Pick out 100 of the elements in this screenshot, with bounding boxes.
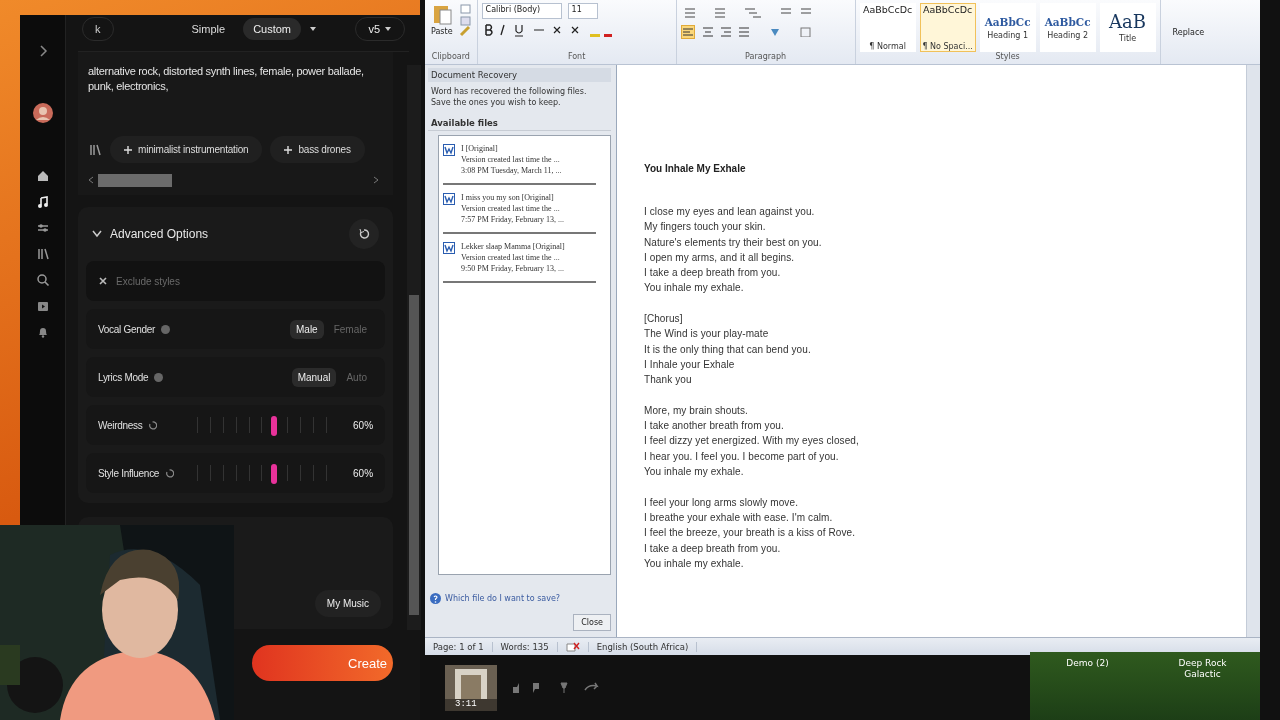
lyric-line: I take a deep breath from you. [644,541,782,556]
lyric-line: I open my arms, and it all begins. [644,250,796,265]
lyric-line: My fingers touch your skin. [644,220,767,235]
lyric-line: I breathe your exhale with ease. I'm calm. [644,510,834,525]
lyric-line: I feel your long arms slowly move. [644,495,799,510]
lyric-line: I Inhale your Exhale [644,357,736,372]
lyric-line: Nature's elements try their best on you. [644,235,823,250]
plus-icon [284,145,293,154]
word-document-icon [443,242,455,254]
mode-tab[interactable]: Custom [243,18,302,40]
help-link[interactable]: Which file do I want to save? [445,594,561,603]
style-tag-button[interactable]: minimalist instrumentation [110,136,263,163]
reset-icon [358,228,371,240]
library-icon [35,247,50,261]
lyric-line: More, my brain shouts. [644,403,749,418]
mode-tab[interactable]: Simple [181,18,236,40]
reset-icon [165,468,175,478]
style-gallery-item[interactable]: AaB Title [1099,3,1156,52]
search-icon [35,273,50,287]
avatar-icon [32,103,53,123]
scrollbar-thumb[interactable] [98,173,172,187]
section-title[interactable]: Advanced Options [110,227,209,241]
lyric-line: I feel dizzy yet energized. With my eyes closed, [644,434,860,449]
style-gallery-item[interactable]: AaBbCcDc ¶ No Spaci... [919,3,976,52]
group-label: Paragraph [744,52,788,63]
align-left-button[interactable] [680,25,695,39]
setting-label: Style Influence [98,467,160,479]
home-icon [35,169,50,183]
language-indicator[interactable]: English (South Africa) [588,641,698,652]
style-text[interactable]: alternative rock, distorted synth lines, female, power ballade, punk, electronics, [88,64,380,126]
replace-button[interactable]: Replace [1166,26,1211,38]
setting-label: Weirdness [98,419,143,431]
style-gallery-item[interactable]: AaBbCc Heading 1 [979,3,1036,52]
lyric-line: You inhale my exhale. [644,281,745,296]
plus-icon [124,145,132,154]
exclude-styles-field[interactable]: Exclude styles [86,261,386,301]
slider-thumb[interactable] [271,416,278,436]
track-duration: 3:11 [455,698,477,709]
desktop-icon-label[interactable]: Deep Rock Galactic [1167,658,1238,720]
word-document-icon [443,144,455,156]
document-title: You Inhale My Exhale [644,163,747,174]
my-music-button[interactable]: My Music [314,590,382,617]
lyric-line: [Chorus] [644,312,684,327]
reset-icon [148,420,158,430]
scrollbar[interactable] [1246,65,1260,637]
lyric-line: I take another breath from you. [644,419,785,434]
slider-value: 60% [352,419,374,431]
slider-thumb[interactable] [271,464,278,484]
option-toggle[interactable]: Male [290,319,324,339]
lyric-line: Thank you [644,373,693,388]
caret-icon [309,26,318,32]
style-tag-button[interactable]: bass drones [270,136,365,163]
recovered-file-item[interactable]: I [Original] Version created last time the ... 3:08 PM Tuesday, March 11, ... [443,140,596,185]
scrollbar[interactable] [407,65,422,630]
setting-label: Vocal Gender [98,323,155,335]
group-label: Clipboard [430,52,471,63]
font-size-field[interactable]: 11 [567,3,598,19]
recovered-file-item[interactable]: Lekker slaap Mamma [Original] Version created last time the ... 9:50 PM Friday, February 13, ... [443,238,596,283]
slider-value: 60% [352,467,374,479]
lyric-line: The Wind is your play-mate [644,327,770,342]
lyric-line: I feel the breeze, your breath is a kiss of Rove. [644,526,857,541]
word-document-icon [443,193,455,205]
lyric-line: I take a deep breath from you. [644,266,782,281]
sliders-icon [35,221,50,235]
style-gallery-item[interactable]: AaBbCc Heading 2 [1039,3,1096,52]
recovered-file-item[interactable]: I miss you my son [Original] Version created last time the ... 7:57 PM Friday, February 13, ... [443,189,596,234]
pane-title: Document Recovery [428,68,611,82]
slider-track[interactable] [197,462,328,484]
music-note-icon [35,195,50,209]
lyric-line: I hear you. I feel you. I become part of you. [644,449,840,464]
chevron-down-icon[interactable] [92,230,102,238]
style-gallery-item[interactable]: AaBbCcDc ¶ Normal [859,3,916,52]
font-name-field[interactable]: Calibri (Body) [481,3,562,19]
exclude-styles-input[interactable]: Exclude styles [114,274,374,288]
page-count: Page: 1 of 1 [425,641,493,652]
paste-button[interactable]: Paste [429,3,455,52]
lyric-line: It is the only thing that can bend you. [644,342,812,357]
lyric-line: You inhale my exhale. [644,465,745,480]
lyric-line: You inhale my exhale. [644,556,745,571]
recovery-message: Word has recovered the following files. Save the ones you wish to keep. [430,86,588,109]
word-count: Words: 135 [492,641,558,652]
group-label: Font [566,52,587,63]
clipboard-icon [431,3,452,25]
list-heading: Available files [428,112,611,131]
scroll-left-icon [88,176,94,184]
lyric-line: I close my eyes and lean against you. [644,205,816,219]
setting-label: Lyrics Mode [98,371,149,383]
slider-track[interactable] [197,414,328,436]
desktop-icon-label[interactable]: Demo (2) [1052,658,1123,720]
play-box-icon [35,299,50,313]
scroll-right-icon [373,176,380,184]
exclude-icon [98,276,108,286]
group-label: Styles [994,52,1021,63]
close-button[interactable]: Close [573,614,611,631]
reset-button[interactable] [349,219,380,249]
caret-icon [384,26,393,32]
help-icon [430,593,441,604]
option-toggle[interactable]: Manual [291,367,337,387]
library-icon [88,142,102,157]
clipboard-tools-drawing [458,3,473,37]
